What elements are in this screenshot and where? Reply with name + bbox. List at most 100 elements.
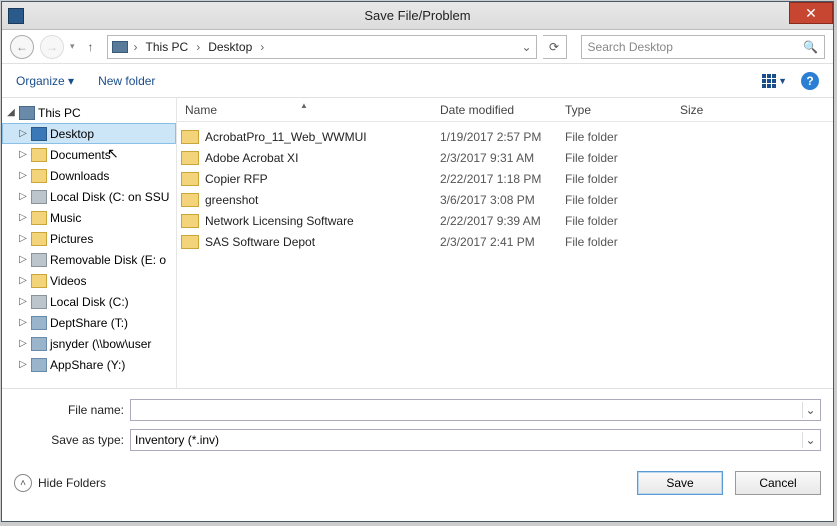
filename-input[interactable]: ⌄ (130, 399, 821, 421)
expand-icon[interactable]: ▷ (18, 317, 28, 328)
file-row[interactable]: greenshot3/6/2017 3:08 PMFile folder (177, 189, 833, 210)
folder-icon (181, 214, 199, 228)
help-button[interactable]: ? (801, 72, 819, 90)
expand-icon[interactable]: ▷ (18, 338, 28, 349)
saveas-label: Save as type: (14, 433, 130, 447)
chevron-right-icon[interactable]: › (194, 40, 202, 54)
crumb-this-pc[interactable]: This PC (144, 40, 191, 54)
close-button[interactable]: ✕ (789, 2, 833, 24)
forward-button[interactable]: → (40, 35, 64, 59)
file-row[interactable]: SAS Software Depot2/3/2017 2:41 PMFile f… (177, 231, 833, 252)
file-row[interactable]: Network Licensing Software2/22/2017 9:39… (177, 210, 833, 231)
saveas-select[interactable]: Inventory (*.inv) ⌄ (130, 429, 821, 451)
chevron-down-icon[interactable]: ⌄ (802, 402, 818, 418)
expand-icon[interactable]: ▷ (18, 275, 28, 286)
grid-icon (762, 74, 776, 88)
nav-bar: ← → ▾ ↑ › This PC › Desktop › ⌄ ⟳ Search… (2, 30, 833, 64)
tree-item[interactable]: ▷AppShare (Y:) (2, 354, 176, 375)
chevron-up-icon: ˄ (14, 474, 32, 492)
file-row[interactable]: AcrobatPro_11_Web_WWMUI1/19/2017 2:57 PM… (177, 126, 833, 147)
tree-item-icon (31, 190, 47, 204)
tree-item-label: DeptShare (T:) (50, 316, 128, 330)
footer: ˄ Hide Folders Save Cancel (2, 459, 833, 505)
refresh-button[interactable]: ⟳ (543, 35, 567, 59)
file-row[interactable]: Adobe Acrobat XI2/3/2017 9:31 AMFile fol… (177, 147, 833, 168)
tree-item[interactable]: ▷Desktop (2, 123, 176, 144)
tree-item[interactable]: ▷ Videos (2, 270, 176, 291)
expand-icon[interactable]: ▷ (18, 254, 28, 265)
folder-icon (181, 172, 199, 186)
sort-asc-icon: ▲ (300, 101, 308, 110)
tree-item-icon (31, 169, 47, 183)
expand-icon[interactable]: ▷ (18, 359, 28, 370)
chevron-right-icon[interactable]: › (132, 40, 140, 54)
expand-icon[interactable]: ▷ (18, 191, 28, 202)
tree-item-icon (31, 316, 47, 330)
address-bar[interactable]: › This PC › Desktop › ⌄ (107, 35, 537, 59)
save-button[interactable]: Save (637, 471, 723, 495)
tree-item[interactable]: ▷Local Disk (C: on SSU (2, 186, 176, 207)
file-type: File folder (557, 130, 672, 144)
file-date: 3/6/2017 3:08 PM (432, 193, 557, 207)
organize-menu[interactable]: Organize ▾ (16, 74, 74, 88)
tree-this-pc[interactable]: ◢ This PC (2, 102, 176, 123)
column-type[interactable]: Type (557, 103, 672, 117)
column-size[interactable]: Size (672, 103, 752, 117)
filename-label: File name: (14, 403, 130, 417)
search-input[interactable]: Search Desktop 🔍 (581, 35, 825, 59)
tree-item-label: Videos (50, 274, 86, 288)
folder-icon (181, 193, 199, 207)
expand-icon[interactable]: ▷ (18, 128, 28, 139)
search-placeholder: Search Desktop (588, 40, 673, 54)
file-name: greenshot (205, 193, 432, 207)
tree-item[interactable]: ▷Documents (2, 144, 176, 165)
column-date[interactable]: Date modified (432, 103, 557, 117)
tree-item-icon (31, 295, 47, 309)
cancel-button[interactable]: Cancel (735, 471, 821, 495)
pc-icon (19, 106, 35, 120)
expand-icon[interactable]: ▷ (18, 212, 28, 223)
tree-item[interactable]: ▷Pictures (2, 228, 176, 249)
file-type: File folder (557, 193, 672, 207)
history-dropdown[interactable]: ▾ (70, 41, 75, 52)
window-title: Save File/Problem (2, 8, 833, 23)
column-name[interactable]: ▲Name (177, 103, 432, 117)
pc-icon (112, 41, 128, 53)
save-dialog: Save File/Problem ✕ ← → ▾ ↑ › This PC › … (1, 1, 834, 522)
search-icon: 🔍 (803, 40, 818, 54)
tree-item[interactable]: ▷ Removable Disk (E: o (2, 249, 176, 270)
file-type: File folder (557, 151, 672, 165)
file-name: Network Licensing Software (205, 214, 432, 228)
back-button[interactable]: ← (10, 35, 34, 59)
crumb-desktop[interactable]: Desktop (206, 40, 254, 54)
tree-item-label: Removable Disk (E: o (50, 253, 166, 267)
file-type: File folder (557, 214, 672, 228)
file-date: 2/22/2017 1:18 PM (432, 172, 557, 186)
tree-item-icon (31, 211, 47, 225)
tree-item[interactable]: ▷ DeptShare (T:) (2, 312, 176, 333)
file-name: AcrobatPro_11_Web_WWMUI (205, 130, 432, 144)
file-row[interactable]: Copier RFP2/22/2017 1:18 PMFile folder (177, 168, 833, 189)
tree-item[interactable]: ▷Downloads (2, 165, 176, 186)
tree-item-icon (31, 274, 47, 288)
expand-icon[interactable]: ▷ (18, 149, 28, 160)
expand-icon[interactable]: ▷ (18, 233, 28, 244)
address-dropdown[interactable]: ⌄ (521, 40, 531, 54)
file-date: 2/3/2017 9:31 AM (432, 151, 557, 165)
expand-icon[interactable]: ▷ (18, 170, 28, 181)
up-button[interactable]: ↑ (81, 40, 101, 54)
file-name: Adobe Acrobat XI (205, 151, 432, 165)
collapse-icon[interactable]: ◢ (6, 107, 16, 118)
file-list: ▲Name Date modified Type Size AcrobatPro… (177, 98, 833, 388)
hide-folders-button[interactable]: ˄ Hide Folders (14, 474, 106, 492)
expand-icon[interactable]: ▷ (18, 296, 28, 307)
tree-item[interactable]: ▷jsnyder (\\bow\user (2, 333, 176, 354)
tree-item-icon (31, 253, 47, 267)
chevron-down-icon[interactable]: ⌄ (802, 432, 818, 448)
tree-item[interactable]: ▷Local Disk (C:) (2, 291, 176, 312)
navigation-tree: ◢ This PC ▷Desktop▷Documents▷Downloads▷L… (2, 98, 177, 388)
chevron-right-icon[interactable]: › (258, 40, 266, 54)
tree-item[interactable]: ▷Music (2, 207, 176, 228)
new-folder-button[interactable]: New folder (98, 74, 155, 88)
view-options[interactable]: ▼ (762, 74, 787, 88)
